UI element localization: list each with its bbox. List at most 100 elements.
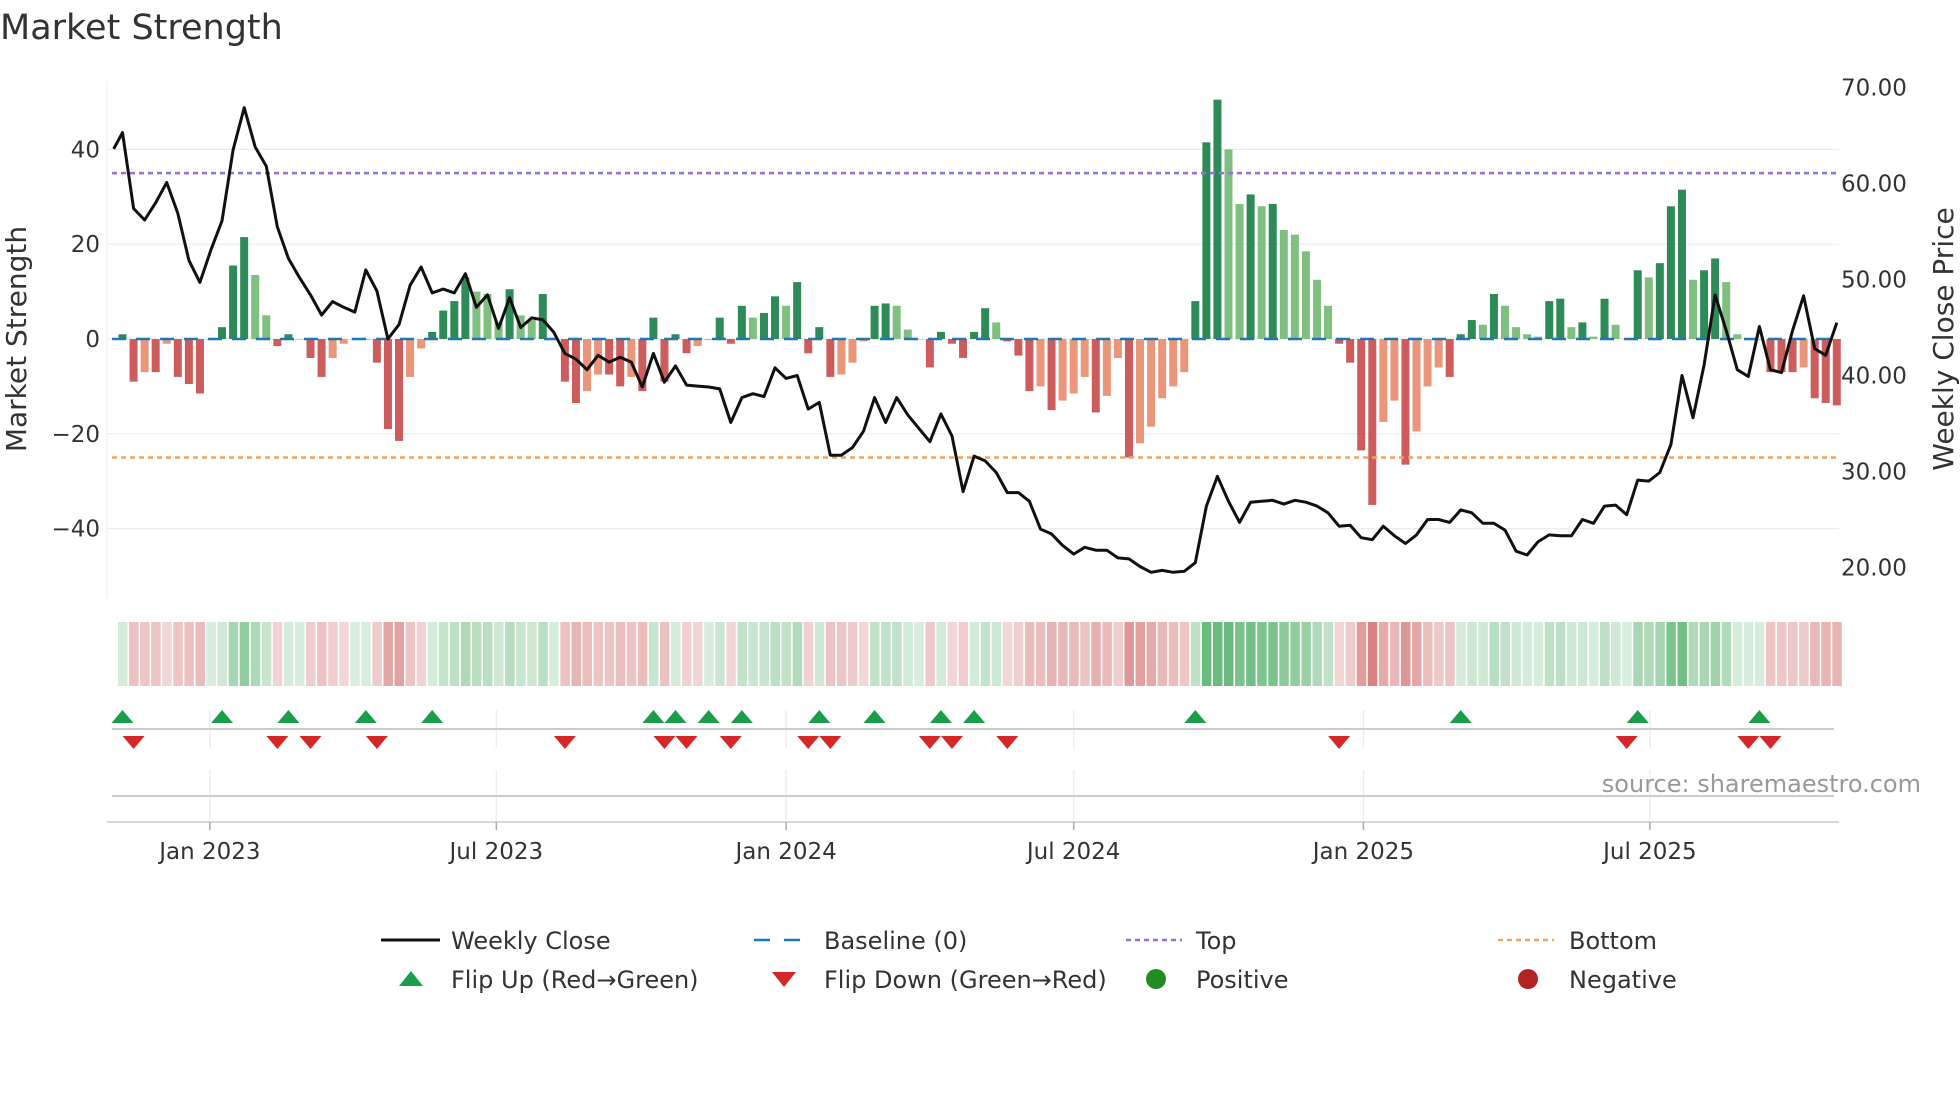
y2-tick-label: 60.00 [1841,172,1907,198]
heat-cell [1743,622,1754,686]
strength-bar [793,282,802,339]
heat-cell [1600,622,1610,686]
heat-cell [1400,622,1411,686]
heat-cell [1522,622,1533,686]
strength-bar [1379,339,1388,422]
heat-cell [693,622,703,686]
heat-cell [604,622,615,686]
strength-bar [959,339,968,358]
heat-cell [1423,622,1433,686]
strength-bar [1235,203,1244,339]
heat-cell [870,622,880,686]
heat-cell [1732,622,1743,686]
y2-tick-label: 50.00 [1841,268,1907,294]
strength-bar [1689,279,1698,339]
heat-cell [1002,622,1013,686]
strength-bar [251,275,260,339]
strength-bar [892,305,901,339]
strength-bar [328,339,337,358]
strength-bar [682,339,691,354]
strength-bar [1401,339,1410,465]
heat-cell [1478,622,1488,686]
strength-bar [1655,263,1664,339]
heat-cell [460,622,471,686]
flip-down-marker [941,736,963,749]
heat-cell [405,622,416,686]
heat-cell [1113,622,1123,686]
strength-bar [1069,339,1078,394]
heat-cell [317,622,327,686]
heat-cell [239,622,250,686]
heat-cell [372,622,382,686]
heat-cell [516,622,526,686]
strength-bar [1423,339,1432,387]
heat-cell [814,622,825,686]
heat-cell [1467,622,1477,686]
heat-cell [527,622,537,686]
strength-bar [1202,142,1211,339]
strength-bar [649,317,658,339]
strength-bar [1224,149,1233,339]
strength-bar [1633,270,1642,339]
strength-bar [605,339,614,375]
heat-cell [1367,622,1378,686]
heat-cell [1511,622,1522,686]
strength-bar [1434,339,1443,368]
heat-cell [1135,622,1146,686]
strength-bar [1080,339,1089,377]
strength-bar [262,315,271,339]
heat-cell [1677,622,1687,686]
heat-cell [482,622,493,686]
flip-up-marker [863,710,886,723]
flip-down-marker [719,736,742,749]
heat-cell [1268,622,1278,686]
strength-bar [1700,270,1709,339]
strength-bar [715,317,724,339]
heat-cell [261,622,272,686]
strength-bar [1390,339,1399,401]
strength-bar [1147,339,1156,427]
heat-cell [1190,622,1201,686]
heat-cell [1246,622,1256,686]
y-tick-label: 20 [71,232,100,258]
y-tick-label: 40 [71,137,100,163]
x-tick-label: Jul 2024 [1025,839,1121,865]
heat-cell [140,622,150,686]
legend-flip-up-icon [399,971,423,986]
strength-bar [1799,339,1808,368]
strength-bar [616,339,625,387]
strength-bar [1091,339,1100,413]
heat-cell [217,622,228,686]
heat-cell [438,622,449,686]
y-tick-label: −20 [51,422,100,448]
heat-cell [825,622,836,686]
strength-bar [1191,301,1200,339]
heat-cell [427,622,438,686]
heat-cell [1588,622,1599,686]
heat-cell [925,622,935,686]
heat-cell [206,622,216,686]
flip-down-marker [797,736,820,749]
flip-down-marker [365,736,388,749]
heat-cell [306,622,316,686]
strength-bar [1268,203,1277,339]
flip-up-marker [277,710,300,723]
heat-cell [582,622,593,686]
heat-cell [184,622,194,686]
heat-cell [549,622,559,686]
heat-cell [836,622,847,686]
strength-bar [837,339,846,375]
strength-bar [173,339,182,377]
flip-down-marker [1615,736,1638,749]
strength-bar [439,310,448,339]
strength-bar [925,339,934,368]
heat-cell [947,622,957,686]
strength-bar [1058,339,1067,401]
strength-bar [748,317,757,339]
flip-up-marker [111,710,134,723]
strength-bar [1213,99,1222,339]
legend-label: Positive [1196,966,1289,994]
heat-cell [449,622,460,686]
strength-bar [870,305,879,339]
heat-cell [272,622,283,686]
